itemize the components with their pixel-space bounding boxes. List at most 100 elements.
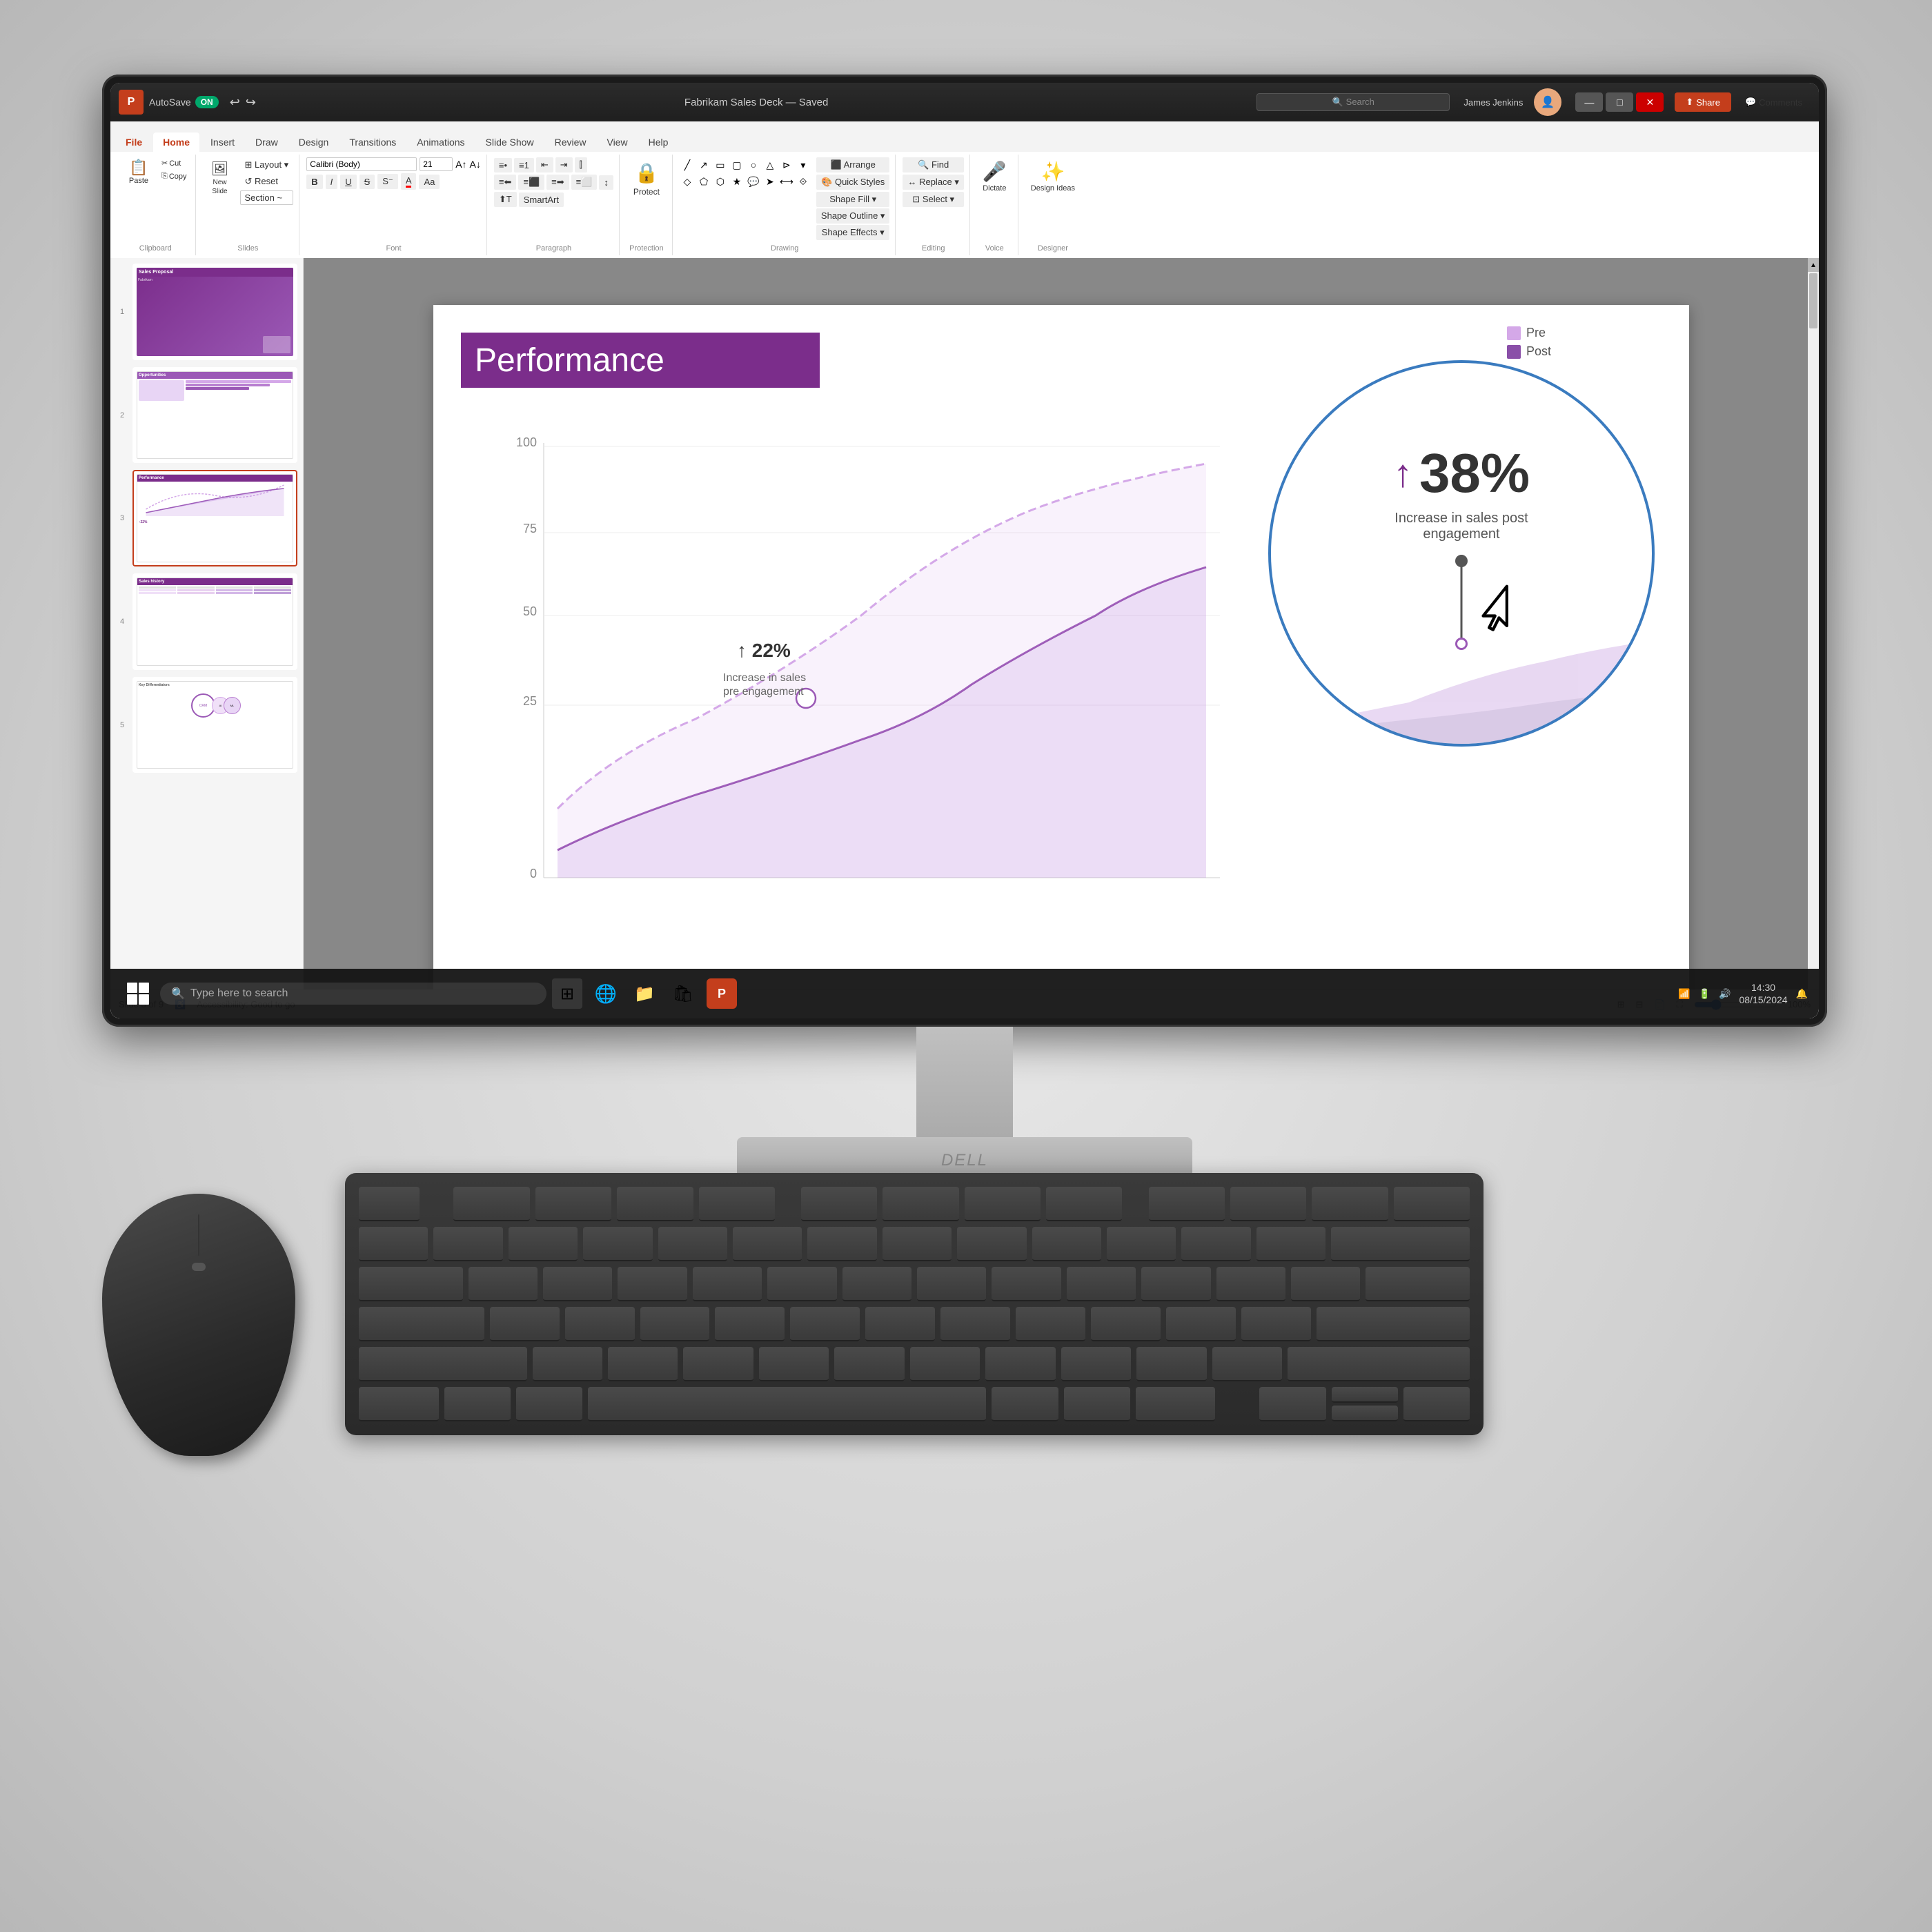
key-3[interactable] <box>583 1227 652 1261</box>
key-left[interactable] <box>1259 1387 1325 1421</box>
tab-design[interactable]: Design <box>289 132 339 152</box>
design-ideas-button[interactable]: ✨ Design Ideas <box>1025 157 1081 195</box>
key-lctrl[interactable] <box>359 1387 438 1421</box>
shape-fill-button[interactable]: Shape Fill ▾ <box>816 192 890 207</box>
key-q[interactable] <box>469 1267 538 1301</box>
tab-home[interactable]: Home <box>153 132 199 152</box>
key-y[interactable] <box>842 1267 911 1301</box>
shape-star[interactable]: ★ <box>729 174 745 189</box>
key-r[interactable] <box>693 1267 762 1301</box>
shape-callout[interactable]: 💬 <box>746 174 761 189</box>
taskbar-explorer[interactable]: 📁 <box>629 978 660 1009</box>
key-i[interactable] <box>992 1267 1061 1301</box>
font-name-input[interactable] <box>306 157 417 171</box>
slide-thumb-2[interactable]: 2 Opportunities <box>132 367 297 464</box>
taskbar-search[interactable]: 🔍 Type here to search <box>160 983 546 1005</box>
key-esc[interactable] <box>359 1187 420 1221</box>
scroll-up-button[interactable]: ▲ <box>1808 258 1819 272</box>
decrease-font-icon[interactable]: A↓ <box>470 159 481 170</box>
tab-insert[interactable]: Insert <box>201 132 244 152</box>
tab-view[interactable]: View <box>597 132 637 152</box>
shape-connector[interactable]: ⟷ <box>779 174 794 189</box>
key-enter2[interactable] <box>1317 1307 1470 1341</box>
titlebar-search[interactable]: 🔍 Search <box>1256 93 1450 111</box>
tab-animations[interactable]: Animations <box>407 132 474 152</box>
key-rbracket[interactable] <box>1291 1267 1360 1301</box>
justify-button[interactable]: ≡⬜ <box>571 175 598 190</box>
key-b[interactable] <box>834 1347 904 1381</box>
shape-hexagon[interactable]: ⬡ <box>713 174 728 189</box>
key-d[interactable] <box>640 1307 710 1341</box>
key-period[interactable] <box>1136 1347 1206 1381</box>
key-fn[interactable] <box>1064 1387 1130 1421</box>
key-f6[interactable] <box>883 1187 958 1221</box>
key-caps[interactable] <box>359 1307 484 1341</box>
select-button[interactable]: ⊡ Select ▾ <box>903 192 963 207</box>
key-z[interactable] <box>533 1347 602 1381</box>
indent-button[interactable]: ⇥ <box>555 157 573 172</box>
slide-canvas[interactable]: Performance Pre Post <box>433 305 1689 1009</box>
shape-diamond[interactable]: ◇ <box>680 174 695 189</box>
taskbar-store[interactable]: 🛍 <box>668 978 698 1009</box>
tab-review[interactable]: Review <box>545 132 596 152</box>
key-5[interactable] <box>733 1227 802 1261</box>
bold-button[interactable]: B <box>306 175 322 189</box>
slide-thumb-1[interactable]: 1 Sales Proposal Fabrikam <box>132 264 297 360</box>
key-g[interactable] <box>790 1307 860 1341</box>
quick-styles-button[interactable]: 🎨 Quick Styles <box>816 175 890 190</box>
key-f4[interactable] <box>699 1187 775 1221</box>
numbering-button[interactable]: ≡1 <box>514 158 534 172</box>
shape-chevron[interactable]: ⊳ <box>779 157 794 172</box>
columns-button[interactable]: ⫿ <box>575 157 587 172</box>
key-rctrl[interactable] <box>1136 1387 1215 1421</box>
find-button[interactable]: 🔍 Find <box>903 157 963 172</box>
key-lbracket[interactable] <box>1216 1267 1285 1301</box>
slide-thumb-3[interactable]: 3 Performance ↑22% <box>132 470 297 566</box>
key-2[interactable] <box>509 1227 578 1261</box>
taskbar-clock[interactable]: 14:30 08/15/2024 <box>1739 981 1787 1006</box>
key-p[interactable] <box>1141 1267 1210 1301</box>
key-space[interactable] <box>588 1387 986 1421</box>
key-f1[interactable] <box>453 1187 529 1221</box>
replace-button[interactable]: ↔ Replace ▾ <box>903 175 963 190</box>
key-n[interactable] <box>910 1347 980 1381</box>
taskbar-notification-icon[interactable]: 🔔 <box>1796 988 1808 1000</box>
key-9[interactable] <box>1032 1227 1101 1261</box>
key-f10[interactable] <box>1230 1187 1306 1221</box>
align-left-button[interactable]: ≡⬅ <box>494 175 516 190</box>
key-f9[interactable] <box>1149 1187 1225 1221</box>
maximize-button[interactable]: □ <box>1606 92 1633 112</box>
shape-rounded-rect[interactable]: ▢ <box>729 157 745 172</box>
key-c[interactable] <box>683 1347 753 1381</box>
key-equals[interactable] <box>1256 1227 1325 1261</box>
key-tab[interactable] <box>359 1267 463 1301</box>
comments-button[interactable]: 💬 Comments <box>1737 92 1811 112</box>
key-minus[interactable] <box>1181 1227 1250 1261</box>
key-o[interactable] <box>1067 1267 1136 1301</box>
font-color-button[interactable]: A <box>401 173 417 190</box>
key-rshift[interactable] <box>1288 1347 1470 1381</box>
key-4[interactable] <box>658 1227 727 1261</box>
tab-file[interactable]: File <box>116 132 152 152</box>
key-0[interactable] <box>1107 1227 1176 1261</box>
vertical-scrollbar[interactable]: ▲ ▼ <box>1808 258 1819 1018</box>
shape-triangle[interactable]: △ <box>762 157 778 172</box>
dictate-button[interactable]: 🎤 Dictate <box>977 157 1012 195</box>
key-j[interactable] <box>940 1307 1010 1341</box>
align-right-button[interactable]: ≡➡ <box>546 175 569 190</box>
key-f12[interactable] <box>1394 1187 1470 1221</box>
section-button[interactable]: Section ~ <box>240 190 294 205</box>
taskbar-edge[interactable]: 🌐 <box>591 978 621 1009</box>
key-l[interactable] <box>1091 1307 1161 1341</box>
layout-button[interactable]: ⊞ Layout ▾ <box>240 157 294 172</box>
protect-button[interactable]: 🔒 Protect <box>627 157 667 201</box>
key-up[interactable] <box>1332 1387 1398 1403</box>
key-f3[interactable] <box>617 1187 693 1221</box>
shape-outline-button[interactable]: Shape Outline ▾ <box>816 208 890 224</box>
redo-icon[interactable]: ↪ <box>246 95 256 110</box>
paste-button[interactable]: 📋 Paste <box>121 157 156 188</box>
minimize-button[interactable]: — <box>1575 92 1603 112</box>
key-slash[interactable] <box>1212 1347 1282 1381</box>
key-f[interactable] <box>715 1307 785 1341</box>
line-spacing-button[interactable]: ↕ <box>599 175 613 190</box>
